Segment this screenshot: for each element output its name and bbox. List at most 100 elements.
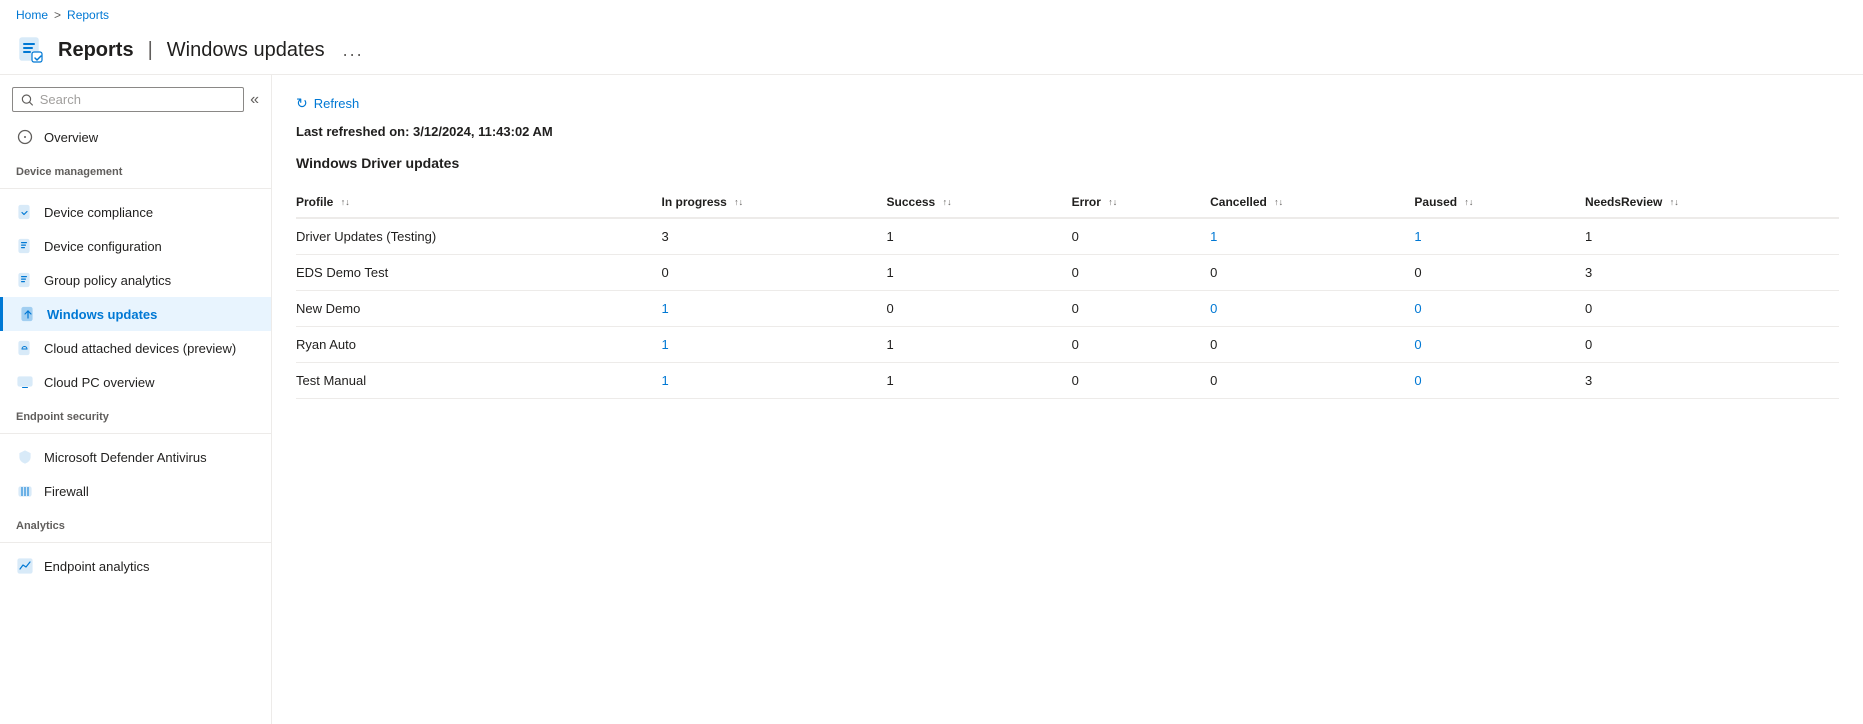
sidebar-search-row: « <box>0 75 271 120</box>
cell-profile: Driver Updates (Testing) <box>296 218 661 255</box>
cell-success: 1 <box>887 363 1072 399</box>
cell-needs_review: 3 <box>1585 363 1839 399</box>
sidebar-item-firewall[interactable]: Firewall <box>0 474 271 508</box>
divider-endpoint <box>0 433 271 434</box>
sidebar-item-endpoint-analytics[interactable]: Endpoint analytics <box>0 549 271 583</box>
cell-success: 1 <box>887 218 1072 255</box>
cell-error: 0 <box>1072 327 1211 363</box>
device-configuration-icon <box>16 237 34 255</box>
cell-success: 1 <box>887 327 1072 363</box>
breadcrumb-current: Reports <box>67 8 109 22</box>
windows-updates-label: Windows updates <box>47 307 157 322</box>
header-separator: | <box>148 39 153 62</box>
section-title: Windows Driver updates <box>296 155 1839 171</box>
cell-error: 0 <box>1072 255 1211 291</box>
header-subtitle: Windows updates <box>167 39 325 62</box>
header-title: Reports <box>58 39 134 62</box>
col-paused[interactable]: Paused ↑↓ <box>1414 187 1585 218</box>
sidebar-item-cloud-attached[interactable]: Cloud attached devices (preview) <box>0 331 271 365</box>
refresh-label: Refresh <box>314 96 360 111</box>
search-icon <box>21 93 34 107</box>
cell-in_progress[interactable]: 1 <box>661 363 886 399</box>
cell-paused[interactable]: 0 <box>1414 327 1585 363</box>
paused-sort-icon: ↑↓ <box>1464 198 1473 207</box>
sidebar-item-device-compliance[interactable]: Device compliance <box>0 195 271 229</box>
refresh-row: ↻ Refresh <box>296 91 1839 116</box>
search-input[interactable] <box>40 92 235 107</box>
sidebar-item-cloud-pc[interactable]: Cloud PC overview <box>0 365 271 399</box>
cell-needs_review: 0 <box>1585 327 1839 363</box>
header-more-button[interactable]: ... <box>343 40 364 61</box>
firewall-label: Firewall <box>44 484 89 499</box>
col-in-progress[interactable]: In progress ↑↓ <box>661 187 886 218</box>
table-header-row: Profile ↑↓ In progress ↑↓ Success ↑↓ Err… <box>296 187 1839 218</box>
sidebar-search-box[interactable] <box>12 87 244 112</box>
breadcrumb: Home > Reports <box>0 0 1863 30</box>
cell-profile: New Demo <box>296 291 661 327</box>
cell-cancelled[interactable]: 1 <box>1210 218 1414 255</box>
app-header: Reports | Windows updates ... <box>0 30 1863 75</box>
cell-success: 0 <box>887 291 1072 327</box>
cell-error: 0 <box>1072 363 1211 399</box>
sidebar-item-group-policy[interactable]: Group policy analytics <box>0 263 271 297</box>
cell-needs_review: 0 <box>1585 291 1839 327</box>
cell-error: 0 <box>1072 291 1211 327</box>
cell-paused[interactable]: 0 <box>1414 363 1585 399</box>
profile-sort-icon: ↑↓ <box>341 198 350 207</box>
table-row: Ryan Auto110000 <box>296 327 1839 363</box>
cell-profile: Ryan Auto <box>296 327 661 363</box>
table-row: New Demo100000 <box>296 291 1839 327</box>
cloud-pc-icon <box>16 373 34 391</box>
analytics-section: Analytics <box>0 508 271 536</box>
cloud-pc-overview-label: Cloud PC overview <box>44 375 155 390</box>
col-cancelled[interactable]: Cancelled ↑↓ <box>1210 187 1414 218</box>
divider-device <box>0 188 271 189</box>
cell-in_progress[interactable]: 1 <box>661 327 886 363</box>
reports-icon <box>16 34 48 66</box>
col-error[interactable]: Error ↑↓ <box>1072 187 1211 218</box>
cell-success: 1 <box>887 255 1072 291</box>
table-row: EDS Demo Test010003 <box>296 255 1839 291</box>
cell-paused[interactable]: 0 <box>1414 291 1585 327</box>
sidebar-item-defender[interactable]: Microsoft Defender Antivirus <box>0 440 271 474</box>
in-progress-sort-icon: ↑↓ <box>734 198 743 207</box>
cloud-attached-label: Cloud attached devices (preview) <box>44 341 236 356</box>
device-configuration-label: Device configuration <box>44 239 162 254</box>
cell-cancelled[interactable]: 0 <box>1210 291 1414 327</box>
cell-in_progress: 3 <box>661 218 886 255</box>
firewall-icon <box>16 482 34 500</box>
last-refreshed-text: Last refreshed on: 3/12/2024, 11:43:02 A… <box>296 124 1839 139</box>
breadcrumb-separator: > <box>54 8 61 22</box>
divider-analytics <box>0 542 271 543</box>
device-compliance-icon <box>16 203 34 221</box>
refresh-button[interactable]: ↻ Refresh <box>296 91 359 116</box>
overview-icon <box>16 128 34 146</box>
col-success[interactable]: Success ↑↓ <box>887 187 1072 218</box>
needs-review-sort-icon: ↑↓ <box>1670 198 1679 207</box>
cell-paused[interactable]: 1 <box>1414 218 1585 255</box>
cell-error: 0 <box>1072 218 1211 255</box>
endpoint-analytics-label: Endpoint analytics <box>44 559 150 574</box>
table-row: Test Manual110003 <box>296 363 1839 399</box>
collapse-sidebar-button[interactable]: « <box>250 91 259 109</box>
overview-label: Overview <box>44 130 98 145</box>
windows-driver-updates-table: Profile ↑↓ In progress ↑↓ Success ↑↓ Err… <box>296 187 1839 399</box>
sidebar-item-overview[interactable]: Overview <box>0 120 271 154</box>
cell-profile: EDS Demo Test <box>296 255 661 291</box>
group-policy-label: Group policy analytics <box>44 273 171 288</box>
breadcrumb-home[interactable]: Home <box>16 8 48 22</box>
col-needs-review[interactable]: NeedsReview ↑↓ <box>1585 187 1839 218</box>
sidebar: « Overview Device management Device co <box>0 75 272 724</box>
col-profile[interactable]: Profile ↑↓ <box>296 187 661 218</box>
cell-in_progress[interactable]: 1 <box>661 291 886 327</box>
cell-paused: 0 <box>1414 255 1585 291</box>
table-row: Driver Updates (Testing)310111 <box>296 218 1839 255</box>
success-sort-icon: ↑↓ <box>943 198 952 207</box>
cloud-attached-icon <box>16 339 34 357</box>
cell-cancelled: 0 <box>1210 327 1414 363</box>
cell-cancelled: 0 <box>1210 363 1414 399</box>
cell-cancelled: 0 <box>1210 255 1414 291</box>
sidebar-item-windows-updates[interactable]: Windows updates <box>0 297 271 331</box>
sidebar-item-device-configuration[interactable]: Device configuration <box>0 229 271 263</box>
cell-profile: Test Manual <box>296 363 661 399</box>
